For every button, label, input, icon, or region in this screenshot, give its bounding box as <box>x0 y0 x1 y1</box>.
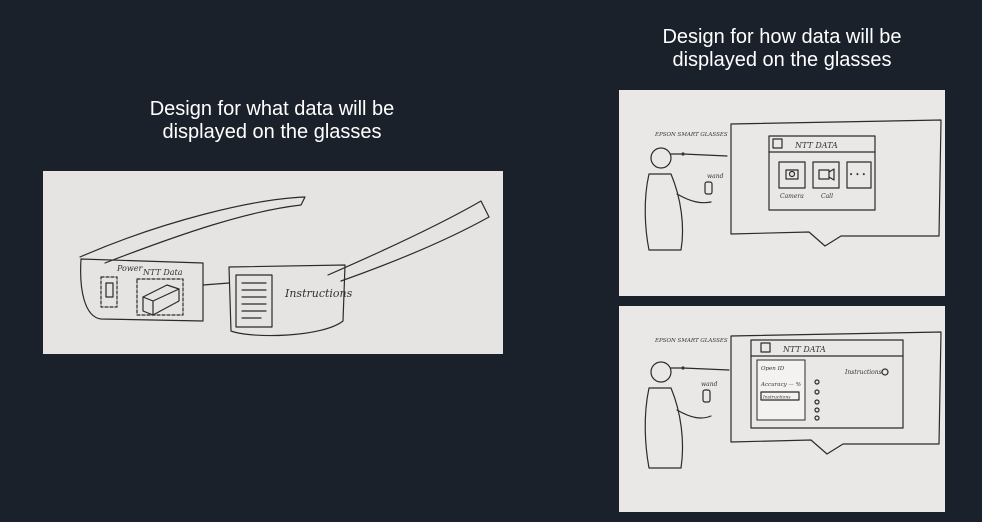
top-header-title: NTT DATA <box>794 141 838 150</box>
top-app-call: Call <box>821 193 833 200</box>
power-label: Power <box>116 264 143 273</box>
bottom-wand-label: wand <box>701 381 718 388</box>
top-glasses-label: EPSON SMART GLASSES <box>654 132 728 138</box>
panel-title: Instructions <box>844 369 882 376</box>
display-sketch-top-photo: EPSON SMART GLASSES wand NTT DATA • • • … <box>619 90 945 296</box>
instructions-label: Instructions <box>284 287 353 300</box>
more-apps: • • • <box>849 171 866 179</box>
menu-open-id: Open ID <box>761 366 785 372</box>
menu-accuracy: Accuracy — % <box>760 382 801 388</box>
glasses-sketch-photo: Power NTT Data Instructions <box>43 171 503 354</box>
top-app-camera: Camera <box>780 193 804 200</box>
right-caption: Design for how data will be displayed on… <box>662 26 902 71</box>
bottom-header-title: NTT DATA <box>782 345 826 354</box>
bottom-glasses-label: EPSON SMART GLASSES <box>654 338 728 344</box>
ntt-data-label: NTT Data <box>142 268 183 277</box>
display-sketch-bottom-photo: EPSON SMART GLASSES wand NTT DATA Open I… <box>619 306 945 512</box>
left-caption: Design for what data will be displayed o… <box>149 98 395 143</box>
menu-instructions: Instructions <box>762 395 791 401</box>
top-wand-label: wand <box>707 173 724 180</box>
